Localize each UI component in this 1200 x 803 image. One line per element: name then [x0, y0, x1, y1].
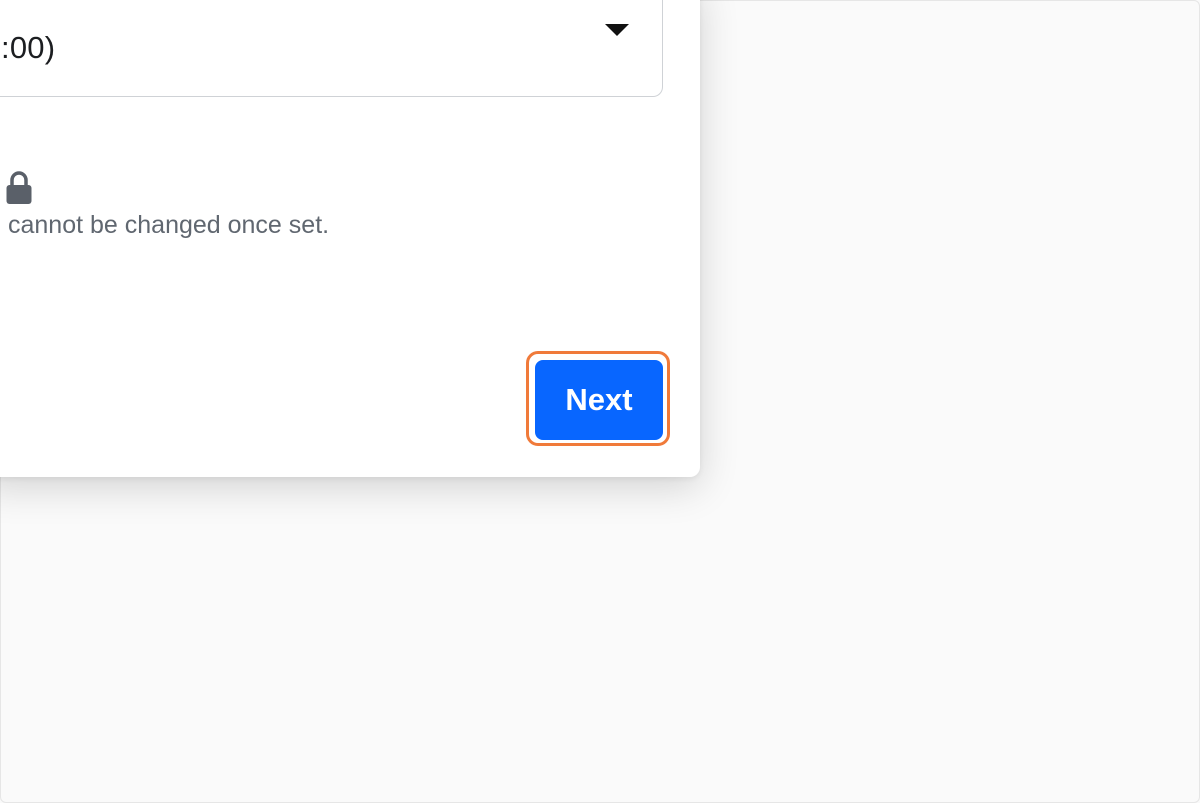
next-button[interactable]: Next — [535, 360, 663, 440]
screen: :00) cannot be changed once set. Next — [0, 0, 1200, 803]
caret-down-icon[interactable] — [605, 24, 629, 36]
select-value: :00) — [1, 30, 56, 65]
lock-icon — [6, 171, 32, 204]
timezone-select[interactable]: :00) — [0, 0, 663, 97]
lock-note-text: cannot be changed once set. — [8, 211, 330, 239]
